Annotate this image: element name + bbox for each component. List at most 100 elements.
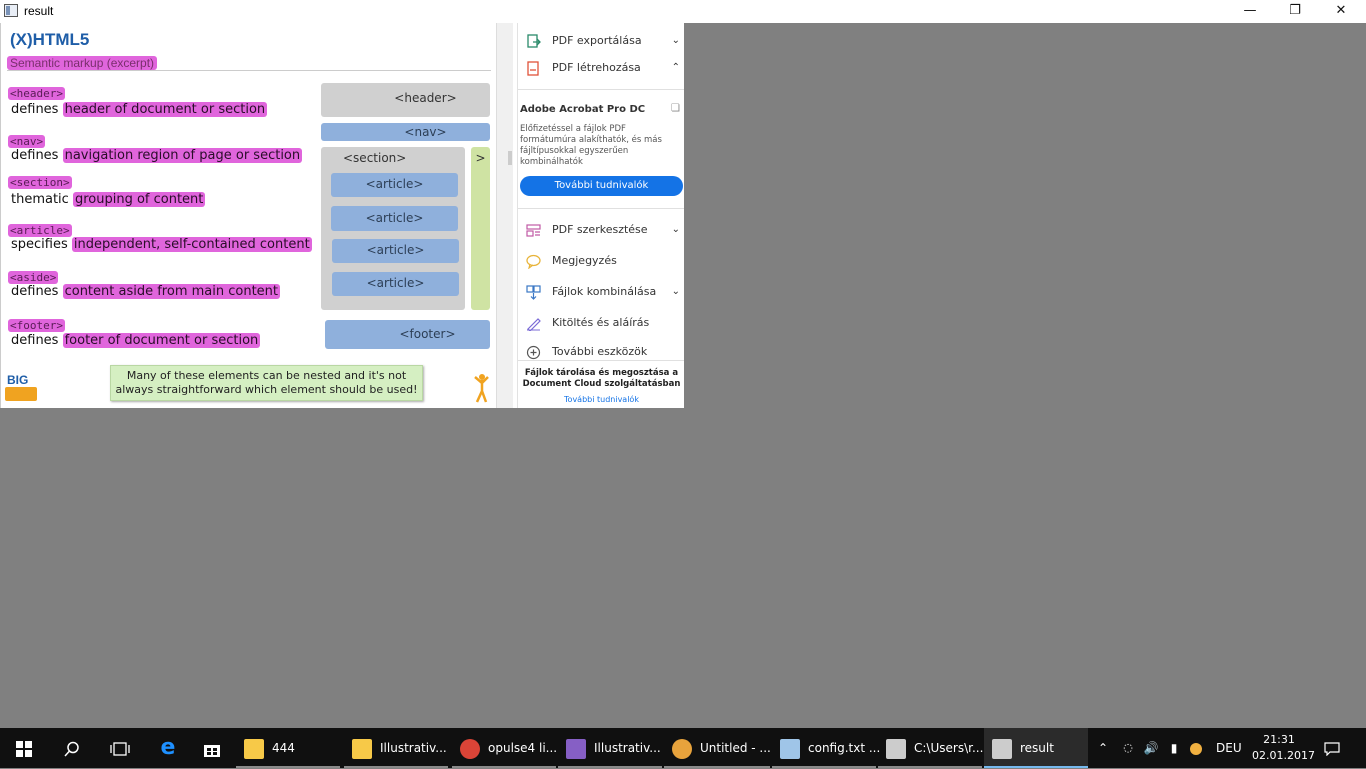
definition-prefix: defines (11, 102, 59, 117)
learn-more-button[interactable]: További tudnivalók (520, 176, 683, 196)
acrobat-tools-panel: PDF exportálása ⌄ PDF létrehozása ⌃ Adob… (517, 23, 684, 408)
minimize-button[interactable]: — (1227, 0, 1273, 23)
definition-highlight: independent, self-contained content (71, 237, 312, 252)
store-icon (204, 744, 220, 757)
diagram-article: <article> (332, 272, 459, 296)
start-button[interactable] (0, 728, 48, 768)
taskbar-app[interactable]: 444 (236, 728, 340, 768)
panel-divider (518, 89, 684, 90)
taskbar-app[interactable]: result (984, 728, 1088, 768)
taskbar-app-label: Illustrativ... (380, 741, 447, 755)
export-pdf-item[interactable]: PDF exportálása ⌄ (524, 30, 684, 52)
combine-files-item[interactable]: Fájlok kombinálása ⌄ (524, 281, 684, 303)
diagram-aside: > (471, 147, 490, 310)
comment-item[interactable]: Megjegyzés (524, 250, 684, 272)
search-icon (64, 741, 79, 757)
slide-page: (X)HTML5 Semantic markup (excerpt) <head… (0, 23, 496, 408)
maximize-button[interactable]: ❐ (1272, 0, 1318, 23)
visual-studio-icon (566, 738, 586, 759)
create-pdf-icon (527, 61, 539, 76)
network-icon[interactable]: ◌ (1120, 728, 1136, 768)
cloud-promo-text: Fájlok tárolása és megosztása a Document… (522, 368, 681, 389)
taskbar-app-label: 444 (272, 741, 295, 755)
definition-prefix: defines (11, 284, 59, 299)
taskbar-app[interactable]: Illustrativ... (558, 728, 662, 768)
create-pdf-item[interactable]: PDF létrehozása ⌃ (524, 57, 684, 79)
language-indicator[interactable]: DEU (1216, 728, 1242, 768)
comment-label: Megjegyzés (552, 254, 617, 267)
taskbar-app[interactable]: config.txt ... (772, 728, 880, 768)
edit-pdf-icon (526, 224, 541, 237)
app-icon (4, 4, 18, 17)
logo: BIG (7, 373, 29, 387)
definition-footer: defines footer of document or section (11, 332, 261, 349)
clock-date: 02.01.2017 (1252, 749, 1315, 762)
taskbar-app-label: result (1020, 741, 1054, 755)
taskbar-app[interactable]: C:\Users\r... (878, 728, 983, 768)
clock[interactable]: 21:31 02.01.2017 (1252, 732, 1315, 764)
acrobat-title: Adobe Acrobat Pro DC (520, 104, 646, 115)
document-window: (X)HTML5 Semantic markup (excerpt) <head… (0, 23, 684, 408)
fill-sign-icon (527, 318, 541, 331)
console-icon (886, 738, 906, 759)
definition-nav: defines navigation region of page or sec… (11, 147, 303, 164)
notifications-icon[interactable] (1324, 728, 1342, 768)
vertical-scrollbar[interactable] (496, 23, 513, 408)
combine-files-icon (526, 285, 541, 300)
chevron-down-icon: ⌄ (671, 35, 680, 46)
combine-files-label: Fájlok kombinálása (552, 285, 657, 298)
definition-highlight: grouping of content (72, 192, 206, 207)
close-button[interactable]: ✕ (1318, 0, 1364, 23)
slide-divider (7, 70, 491, 71)
taskbar-app-label: config.txt ... (808, 741, 881, 755)
diagram-footer: <footer> (325, 320, 490, 349)
taskbar-app[interactable]: Untitled - ... (664, 728, 771, 768)
taskbar-app[interactable]: opulse4 li... (452, 728, 557, 768)
create-pdf-label: PDF létrehozása (552, 61, 641, 74)
folder-icon (352, 738, 372, 759)
acrobat-description: Előfizetéssel a fájlok PDF formátumúra a… (520, 124, 662, 167)
export-pdf-icon (527, 34, 541, 48)
battery-icon[interactable]: ▮ (1166, 728, 1182, 768)
folder-icon (244, 738, 264, 759)
chrome-icon (460, 738, 480, 759)
dismiss-icon[interactable]: ❏ (671, 103, 680, 114)
cloud-learn-more-link[interactable]: További tudnivalók (518, 395, 684, 404)
chevron-down-icon: ⌄ (671, 286, 680, 297)
edit-pdf-item[interactable]: PDF szerkesztése ⌄ (524, 219, 684, 241)
fill-sign-item[interactable]: Kitöltés és aláírás (524, 312, 684, 334)
tag-footer: <footer> (8, 319, 65, 332)
definition-prefix: defines (11, 148, 59, 163)
plus-circle-icon (526, 345, 541, 360)
edge-button[interactable]: e (144, 728, 192, 768)
volume-icon[interactable]: 🔊 (1143, 728, 1159, 768)
chevron-up-icon: ⌃ (671, 62, 680, 73)
definition-section: thematic grouping of content (11, 191, 206, 208)
weather-icon[interactable] (1190, 728, 1206, 768)
diagram-nav: <nav> (321, 123, 490, 141)
diagram-article: <article> (332, 239, 459, 263)
store-button[interactable] (188, 728, 236, 768)
definition-aside: defines content aside from main content (11, 283, 281, 300)
scrollbar-thumb[interactable] (508, 151, 512, 165)
definition-prefix: specifies (11, 237, 68, 252)
taskbar-app[interactable]: Illustrativ... (344, 728, 448, 768)
taskbar-app-label: Illustrativ... (594, 741, 661, 755)
export-pdf-label: PDF exportálása (552, 34, 642, 47)
tag-header: <header> (8, 87, 65, 100)
chevron-up-icon[interactable]: ⌃ (1096, 728, 1110, 768)
logo-figures (5, 387, 37, 401)
edge-icon: e (160, 735, 176, 760)
diagram-article: <article> (331, 206, 458, 231)
slide-subtitle: Semantic markup (excerpt) (7, 56, 158, 70)
clock-time: 21:31 (1263, 733, 1295, 746)
fill-sign-label: Kitöltés és aláírás (552, 316, 650, 329)
definition-highlight: footer of document or section (62, 333, 261, 348)
task-view-button[interactable] (96, 728, 144, 768)
definition-highlight: header of document or section (62, 102, 268, 117)
definition-highlight: navigation region of page or section (62, 148, 303, 163)
diagram-section-label: <section> (343, 151, 407, 165)
search-button[interactable] (48, 728, 96, 768)
definition-highlight: content aside from main content (62, 284, 281, 299)
window-title: result (24, 4, 54, 18)
